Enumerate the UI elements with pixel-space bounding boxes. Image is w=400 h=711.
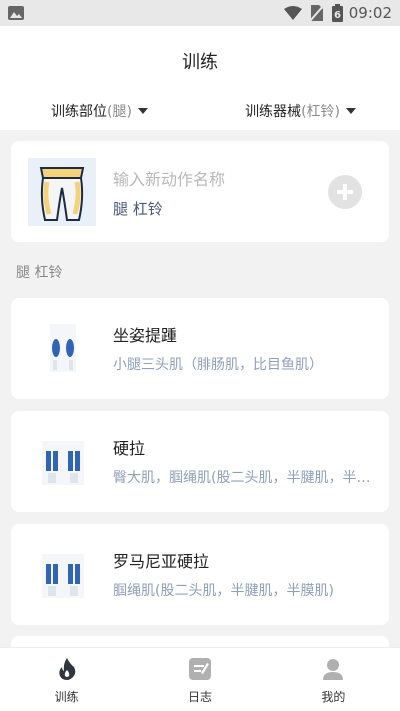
body-part-filter-value: (腿) bbox=[107, 104, 132, 120]
battery-icon: 6 bbox=[331, 4, 343, 22]
caret-down-icon bbox=[137, 108, 148, 114]
new-exercise-name-input[interactable]: 输入新动作名称 bbox=[113, 166, 225, 190]
exercise-card[interactable]: 罗马尼亚硬拉 腘绳肌(股二头肌，半腱肌，半膜肌) bbox=[11, 524, 389, 625]
exercise-muscles: 腘绳肌(股二头肌，半腱肌，半膜肌) bbox=[113, 583, 334, 599]
no-sim-icon bbox=[309, 5, 324, 21]
wifi-icon bbox=[283, 6, 302, 20]
exercise-name: 罗马尼亚硬拉 bbox=[113, 552, 210, 571]
equipment-filter-label: 训练器械 bbox=[245, 104, 302, 120]
person-icon bbox=[322, 657, 344, 681]
status-bar: 6 09:02 bbox=[0, 0, 400, 26]
header: 训练 训练部位 (腿) 训练器械 (杠铃) bbox=[0, 26, 400, 130]
new-exercise-tags: 腿 杠铃 bbox=[113, 200, 163, 218]
gallery-icon bbox=[8, 6, 24, 20]
body-part-filter-label: 训练部位 bbox=[51, 104, 107, 120]
body-part-filter[interactable]: 训练部位 (腿) bbox=[51, 101, 148, 121]
exercise-muscles: 小腿三头肌（腓肠肌，比目鱼肌） bbox=[113, 357, 323, 373]
hamstrings-illustration bbox=[28, 427, 98, 497]
new-exercise-card: 输入新动作名称 腿 杠铃 bbox=[11, 141, 389, 242]
calves-illustration bbox=[28, 314, 98, 384]
caret-down-icon bbox=[346, 108, 356, 114]
notebook-icon bbox=[188, 657, 211, 681]
equipment-filter-value: (杠铃) bbox=[301, 104, 340, 120]
page-title: 训练 bbox=[182, 52, 218, 73]
exercise-card[interactable]: 坐姿提踵 小腿三头肌（腓肠肌，比目鱼肌） bbox=[11, 298, 389, 399]
equipment-filter[interactable]: 训练器械 (杠铃) bbox=[245, 101, 356, 121]
tab-training[interactable]: 训练 bbox=[0, 648, 133, 711]
exercise-muscles: 臀大肌，腘绳肌(股二头肌，半腱肌，半膜肌) bbox=[113, 470, 375, 486]
tab-log-label: 日志 bbox=[187, 690, 212, 704]
section-label: 腿 杠铃 bbox=[16, 265, 63, 281]
bottom-tab-bar: 训练 日志 我的 bbox=[0, 647, 400, 711]
battery-level-glyph: 6 bbox=[334, 10, 341, 21]
clock: 09:02 bbox=[348, 4, 392, 22]
tab-profile[interactable]: 我的 bbox=[267, 648, 400, 711]
tab-training-label: 训练 bbox=[54, 690, 79, 704]
exercise-name: 坐姿提踵 bbox=[113, 326, 178, 345]
tab-log[interactable]: 日志 bbox=[133, 648, 266, 711]
flame-icon bbox=[56, 657, 78, 681]
add-exercise-button[interactable] bbox=[328, 175, 362, 209]
hamstrings-illustration bbox=[28, 540, 98, 610]
exercise-card[interactable]: 硬拉 臀大肌，腘绳肌(股二头肌，半腱肌，半膜肌) bbox=[11, 411, 389, 512]
legs-illustration bbox=[28, 158, 96, 226]
exercise-name: 硬拉 bbox=[113, 439, 146, 458]
tab-profile-label: 我的 bbox=[321, 690, 346, 704]
